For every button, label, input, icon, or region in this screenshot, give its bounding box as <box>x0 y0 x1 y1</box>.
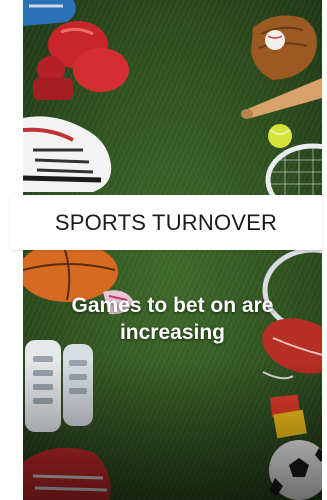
helmet-icon <box>23 0 76 26</box>
baseball-bat-icon <box>241 78 322 119</box>
title-banner: SPORTS TURNOVER <box>10 195 322 250</box>
baseball-glove-icon <box>251 15 317 81</box>
card-title: SPORTS TURNOVER <box>54 209 278 235</box>
card-headline: Games to bet on are increasing <box>71 294 274 344</box>
sneaker-icon <box>23 116 112 192</box>
boxing-gloves-icon <box>33 21 129 100</box>
article-card[interactable] <box>23 0 322 500</box>
tennis-ball-icon <box>268 124 292 148</box>
image-overlay <box>23 360 322 500</box>
